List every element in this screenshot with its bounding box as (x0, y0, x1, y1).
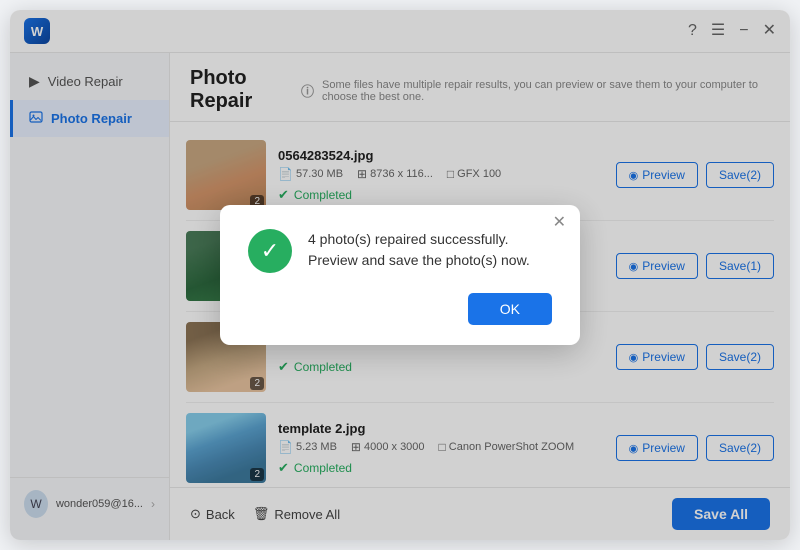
modal-message: 4 photo(s) repaired successfully. Previe… (308, 229, 552, 271)
modal-box: ✕ ✓ 4 photo(s) repaired successfully. Pr… (220, 205, 580, 345)
app-window: W ? ☰ − ✕ ▶ Video Repair (10, 10, 790, 540)
modal-close-button[interactable]: ✕ (553, 215, 566, 231)
modal-content: ✓ 4 photo(s) repaired successfully. Prev… (248, 229, 552, 273)
success-icon: ✓ (248, 229, 292, 273)
modal-footer: OK (248, 293, 552, 325)
modal-overlay: ✕ ✓ 4 photo(s) repaired successfully. Pr… (10, 10, 790, 540)
ok-button[interactable]: OK (468, 293, 552, 325)
